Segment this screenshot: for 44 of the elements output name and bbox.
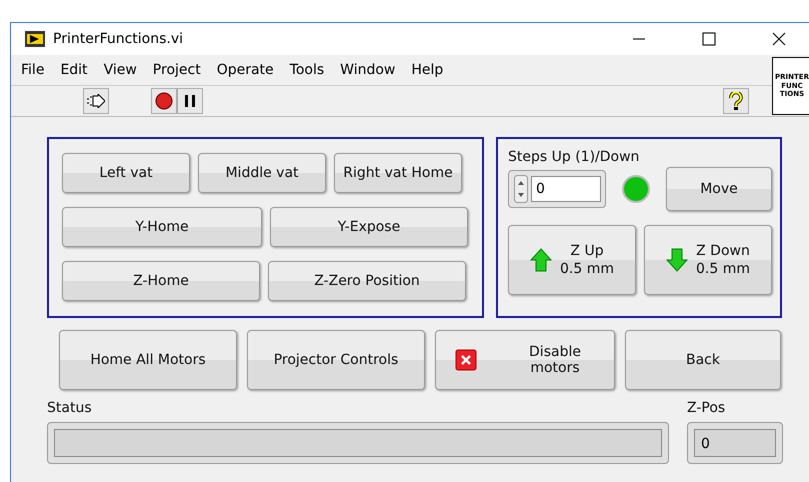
close-icon xyxy=(772,32,786,46)
help-button[interactable] xyxy=(723,88,749,114)
question-mark-icon xyxy=(729,92,743,110)
spinner-arrows-icon[interactable] xyxy=(514,175,528,203)
run-arrow-icon xyxy=(87,94,105,108)
position-button[interactable]: Y-Home xyxy=(62,207,262,247)
menu-item[interactable]: Operate xyxy=(206,62,280,78)
menu-item[interactable]: Project xyxy=(142,62,207,78)
steps-label: Steps Up (1)/Down xyxy=(508,149,640,165)
up-arrow-icon xyxy=(530,248,552,272)
window-title: PrinterFunctions.vi xyxy=(53,31,184,47)
z-pos-label: Z-Pos xyxy=(687,400,726,416)
run-button[interactable] xyxy=(83,88,109,114)
move-button[interactable]: Move xyxy=(666,167,772,211)
position-button[interactable]: Z-Home xyxy=(62,261,260,301)
close-icon xyxy=(455,349,477,371)
z-down-button[interactable]: Z Down 0.5 mm xyxy=(644,225,772,295)
maximize-icon xyxy=(702,32,716,46)
position-button[interactable]: Middle vat xyxy=(198,153,326,193)
action-button[interactable]: Back xyxy=(625,330,781,390)
pause-button[interactable] xyxy=(177,88,203,114)
menu-item[interactable]: File xyxy=(11,62,50,78)
app-icon xyxy=(25,31,45,47)
menu-item[interactable]: Tools xyxy=(280,62,330,78)
menu-item[interactable]: Edit xyxy=(50,62,94,78)
z-up-button[interactable]: Z Up 0.5 mm xyxy=(508,225,636,295)
z-pos-field: 0 xyxy=(687,422,783,464)
menu-item[interactable]: Help xyxy=(401,62,450,78)
action-button[interactable]: Projector Controls xyxy=(247,330,425,390)
abort-button[interactable] xyxy=(151,88,177,114)
disable-motors-button[interactable]: Disable motors xyxy=(435,330,615,390)
status-label: Status xyxy=(47,400,93,416)
position-button[interactable]: Z-Zero Position xyxy=(268,261,466,301)
menu-item[interactable]: View xyxy=(94,62,143,78)
pause-icon xyxy=(184,94,196,108)
position-button[interactable]: Right vat Home xyxy=(334,153,462,193)
minimize-icon xyxy=(632,38,646,40)
down-arrow-icon xyxy=(666,248,688,272)
action-button[interactable]: Home All Motors xyxy=(59,330,237,390)
position-button[interactable]: Y-Expose xyxy=(270,207,468,247)
menu-item[interactable]: Window xyxy=(330,62,402,78)
position-button[interactable]: Left vat xyxy=(62,153,190,193)
steps-spinbox[interactable]: 0 xyxy=(508,170,606,208)
stop-icon xyxy=(155,92,173,110)
